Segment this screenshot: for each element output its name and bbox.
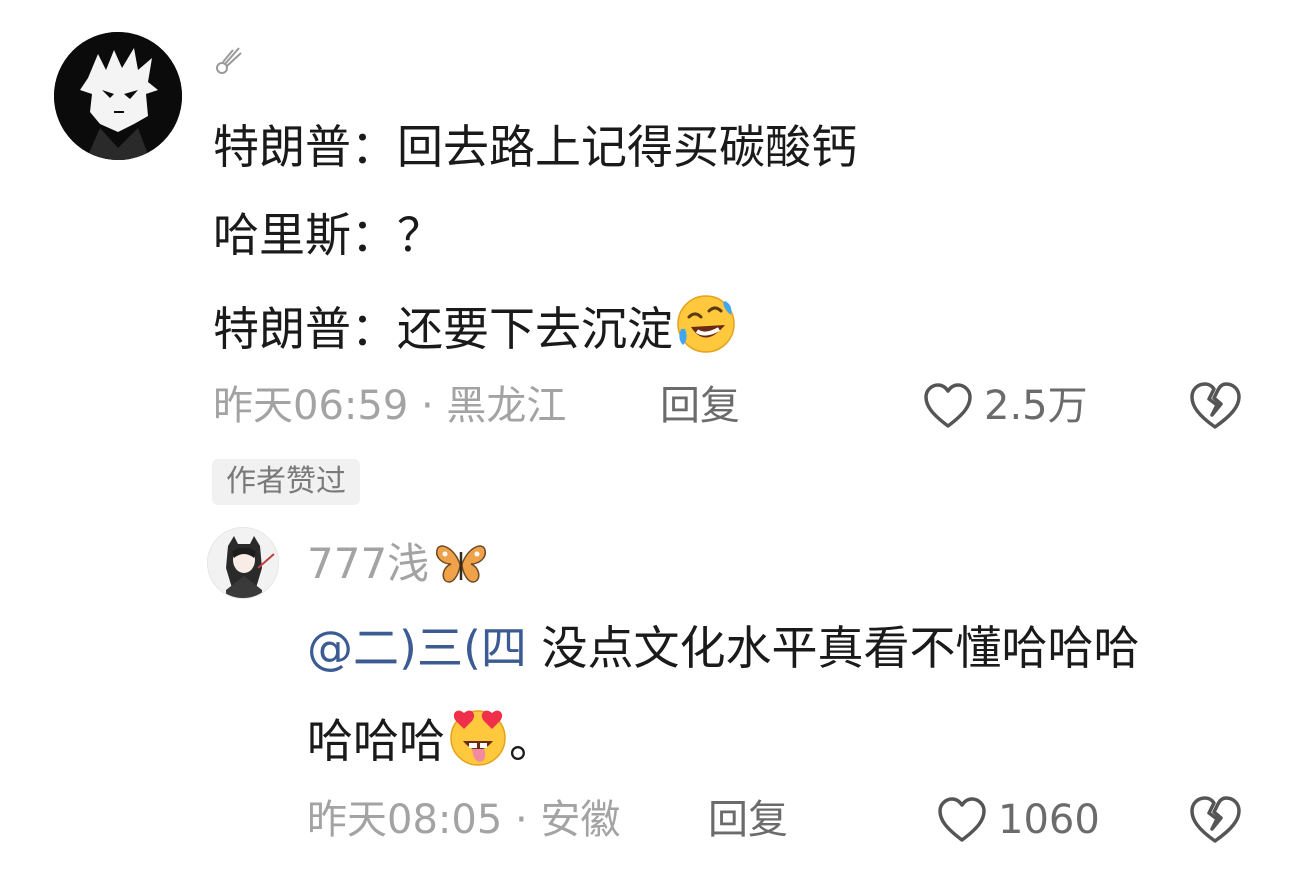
butterfly-icon — [436, 545, 487, 583]
reply-text-2: 哈哈哈 — [307, 714, 445, 768]
reply-button[interactable]: 回复 — [660, 381, 740, 431]
reply-username[interactable]: 777浅 — [307, 537, 429, 591]
like-button[interactable]: 2.5万 — [922, 381, 1088, 431]
like-count: 1060 — [998, 797, 1100, 843]
like-button[interactable]: 1060 — [936, 795, 1100, 845]
heart-icon — [938, 797, 986, 842]
comment-line-3-text: 特朗普：还要下去沉淀 — [213, 302, 673, 356]
rolling-laughing-emoji-icon — [675, 293, 737, 369]
broken-heart-icon[interactable] — [1187, 380, 1243, 432]
comment-line-3: 特朗普：还要下去沉淀 — [213, 293, 737, 369]
mention-link[interactable]: @二)三(四 — [307, 621, 527, 675]
reply-username-row[interactable]: 777浅 — [307, 537, 489, 591]
anime-avatar-icon — [208, 528, 278, 598]
comment-line-1: 特朗普：回去路上记得买碳酸钙 — [213, 120, 857, 174]
feather-icon — [216, 47, 242, 74]
heart-eyes-tongue-emoji-icon — [447, 705, 509, 781]
comment-timestamp-location: 昨天06:59 · 黑龙江 — [213, 383, 567, 429]
reply-line-2: 哈哈哈 。 — [307, 705, 555, 781]
reply-text-2-end: 。 — [509, 714, 555, 768]
like-count: 2.5万 — [984, 383, 1088, 429]
heart-icon — [924, 383, 972, 428]
broken-heart-icon[interactable] — [1187, 794, 1243, 846]
commenter-avatar[interactable] — [54, 32, 182, 160]
author-liked-badge: 作者赞过 — [212, 459, 360, 505]
anime-avatar-icon — [54, 32, 182, 160]
reply-line-1: @二)三(四 没点文化水平真看不懂哈哈哈 — [307, 618, 1140, 678]
reply-avatar[interactable] — [207, 527, 279, 599]
reply-button[interactable]: 回复 — [708, 795, 788, 845]
comment-line-2: 哈里斯：？ — [213, 208, 443, 262]
reply-text-1: 没点文化水平真看不懂哈哈哈 — [526, 621, 1140, 675]
reply-timestamp-location: 昨天08:05 · 安徽 — [307, 797, 621, 843]
